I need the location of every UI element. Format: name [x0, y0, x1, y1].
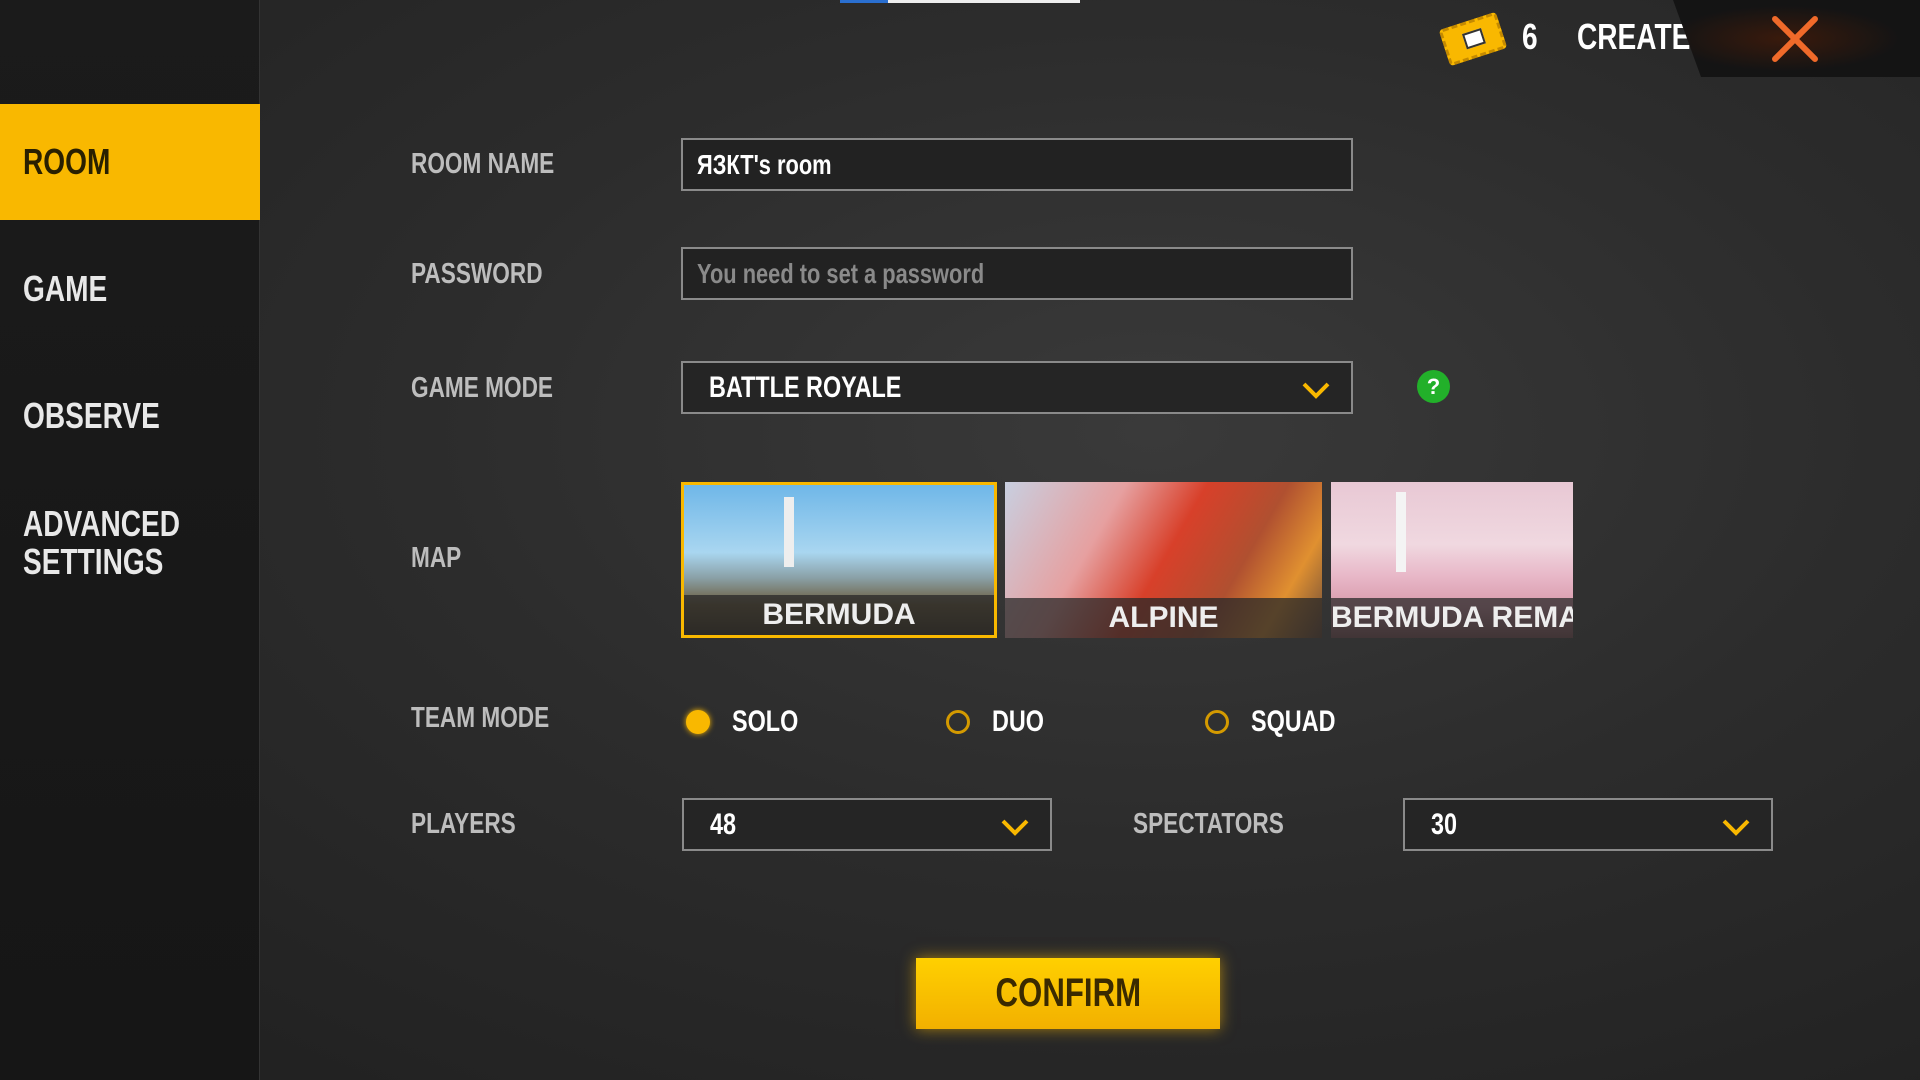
sidebar-item-observe[interactable]: OBSERVE [0, 395, 260, 437]
close-icon [1772, 16, 1818, 62]
game-mode-dropdown[interactable]: BATTLE ROYALE [681, 361, 1353, 414]
password-input[interactable]: You need to set a password [681, 247, 1353, 300]
password-label: PASSWORD [411, 258, 543, 290]
top-progress-bar [840, 0, 888, 3]
sidebar-item-label: OBSERVE [23, 395, 160, 436]
map-name: ALPINE [1005, 598, 1322, 638]
chevron-down-icon [1001, 819, 1029, 836]
top-progress-track [888, 0, 1080, 3]
chevron-down-icon [1302, 382, 1330, 399]
radio-icon [1205, 710, 1229, 734]
team-mode-solo[interactable]: SOLO [686, 705, 817, 739]
lighthouse [1396, 492, 1406, 572]
sidebar-item-advanced-settings[interactable]: ADVANCED SETTINGS [0, 505, 200, 581]
ticket-icon [1438, 11, 1508, 67]
map-option-bermuda[interactable]: BERMUDA [681, 482, 997, 638]
sidebar-item-label: GAME [23, 268, 108, 309]
radio-selected-icon [686, 710, 710, 734]
map-label: MAP [411, 542, 462, 574]
lighthouse [784, 497, 794, 567]
spectators-label: SPECTATORS [1133, 808, 1284, 840]
game-mode-label: GAME MODE [411, 372, 554, 404]
chevron-down-icon [1722, 819, 1750, 836]
sidebar-item-room[interactable]: ROOM [0, 104, 260, 220]
room-name-label: ROOM NAME [411, 148, 555, 180]
radio-icon [946, 710, 970, 734]
sidebar-item-label: ROOM [23, 141, 111, 182]
team-mode-duo[interactable]: DUO [946, 705, 1059, 739]
sidebar-item-label: ADVANCED SETTINGS [23, 503, 181, 582]
room-name-input[interactable]: ЯЗКТ's room [681, 138, 1353, 191]
map-name: BERMUDA [684, 595, 994, 635]
map-name: BERMUDA REMASTE [1331, 598, 1573, 638]
spectators-dropdown[interactable]: 30 [1403, 798, 1773, 851]
help-button[interactable]: ? [1417, 370, 1450, 403]
close-button[interactable] [1770, 14, 1820, 64]
map-option-bermuda-remastered[interactable]: BERMUDA REMASTE [1331, 482, 1573, 638]
team-mode-label: TEAM MODE [411, 702, 550, 734]
confirm-button[interactable]: CONFIRM [916, 958, 1220, 1029]
question-icon: ? [1426, 374, 1441, 399]
ticket-count: 6 [1522, 16, 1538, 57]
team-mode-squad[interactable]: SQUAD [1205, 705, 1359, 739]
map-option-alpine[interactable]: ALPINE [1005, 482, 1322, 638]
players-label: PLAYERS [411, 808, 516, 840]
players-dropdown[interactable]: 48 [682, 798, 1052, 851]
sidebar: ROOM GAME OBSERVE ADVANCED SETTINGS [0, 0, 260, 1080]
sidebar-item-game[interactable]: GAME [0, 268, 260, 310]
